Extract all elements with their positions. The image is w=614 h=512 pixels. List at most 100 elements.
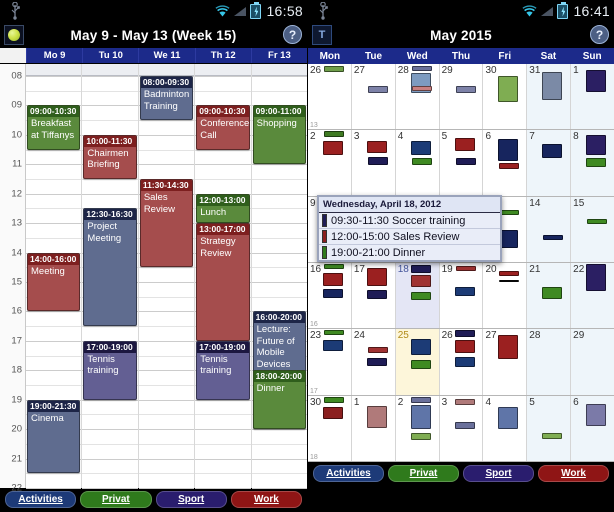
month-day-cell[interactable]: 4 bbox=[396, 130, 440, 196]
month-event-bar[interactable] bbox=[542, 286, 563, 299]
month-event-bar[interactable] bbox=[498, 406, 519, 429]
month-event-bar[interactable] bbox=[410, 274, 431, 287]
month-day-cell[interactable]: 24 bbox=[352, 329, 396, 395]
month-day-cell[interactable]: 1 bbox=[571, 64, 614, 130]
month-event-bar[interactable] bbox=[410, 141, 431, 156]
month-event-bar[interactable] bbox=[455, 265, 476, 271]
calendar-event[interactable]: 19:00-21:30 Cinema bbox=[27, 399, 81, 474]
day-columns[interactable]: 09:00-10:30 Breakfast at Tiffanys 14:00-16… bbox=[26, 64, 307, 489]
calendar-event[interactable]: 14:00-16:00 Meeting bbox=[27, 252, 81, 312]
day-column[interactable]: 09:00-10:30 Conference Call 12:00-13:00 Lun… bbox=[195, 64, 252, 489]
month-event-bar[interactable] bbox=[499, 279, 520, 282]
category-activities[interactable]: Activities bbox=[313, 464, 384, 482]
month-event-bar[interactable] bbox=[367, 86, 388, 93]
month-day-cell[interactable]: 4 bbox=[483, 395, 528, 461]
month-day-cell[interactable]: 3 bbox=[440, 395, 484, 461]
week-day-header[interactable]: Tu 10 bbox=[82, 48, 138, 63]
month-day-cell[interactable]: 29 bbox=[571, 329, 614, 395]
month-event-bar[interactable] bbox=[410, 291, 431, 300]
month-day-cell[interactable]: 30 18 bbox=[308, 395, 352, 461]
month-day-cell[interactable]: 26 bbox=[440, 329, 484, 395]
month-event-bar[interactable] bbox=[324, 263, 344, 269]
month-day-cell[interactable]: 26 13 bbox=[308, 64, 352, 130]
month-day-cell[interactable]: 20 bbox=[483, 262, 528, 329]
month-event-bar[interactable] bbox=[454, 398, 475, 405]
month-event-bar[interactable] bbox=[542, 432, 563, 439]
month-event-bar[interactable] bbox=[323, 288, 343, 298]
month-event-bar[interactable] bbox=[454, 421, 475, 429]
month-day-cell[interactable]: 3 bbox=[352, 130, 396, 196]
calendar-event[interactable]: 10:00-11:30 Chairmen Briefing bbox=[83, 134, 137, 179]
month-event-bar[interactable] bbox=[366, 141, 387, 154]
week-day-header[interactable]: Th 12 bbox=[194, 48, 251, 63]
popup-event-row[interactable]: 09:30-11:30 Soccer training bbox=[319, 213, 500, 229]
month-day-cell[interactable]: 28 bbox=[396, 64, 440, 130]
month-event-bar[interactable] bbox=[454, 340, 475, 354]
allday-row[interactable] bbox=[251, 64, 307, 76]
calendar-event[interactable]: 08:00-09:30 Badminton Training bbox=[139, 76, 194, 121]
allday-row[interactable] bbox=[195, 64, 251, 76]
day-events-popup[interactable]: Wednesday, April 18, 2012 09:30-11:30 So… bbox=[317, 195, 502, 262]
calendar-event[interactable]: 09:00-10:30 Breakfast at Tiffanys bbox=[27, 105, 81, 150]
month-event-bar[interactable] bbox=[367, 157, 388, 166]
month-day-cell[interactable]: 7 bbox=[527, 130, 572, 196]
month-event-bar[interactable] bbox=[454, 357, 475, 368]
allday-row[interactable] bbox=[82, 64, 138, 76]
calendar-event[interactable]: 18:00-20:00 Dinner bbox=[252, 370, 307, 430]
calendar-event[interactable]: 09:00-10:30 Conference Call bbox=[196, 105, 250, 150]
month-day-cell[interactable]: 23 17 bbox=[308, 329, 352, 395]
text-mode-icon[interactable]: T bbox=[312, 25, 332, 45]
month-event-bar[interactable] bbox=[499, 163, 520, 170]
month-day-cell[interactable]: 19 bbox=[440, 262, 484, 329]
month-event-bar[interactable] bbox=[323, 406, 343, 419]
month-event-bar[interactable] bbox=[498, 335, 519, 360]
month-event-bar[interactable] bbox=[586, 263, 607, 291]
month-event-bar[interactable] bbox=[586, 70, 607, 92]
month-event-bar[interactable] bbox=[542, 144, 563, 159]
month-event-bar[interactable] bbox=[586, 135, 607, 156]
allday-row[interactable] bbox=[138, 64, 195, 76]
month-day-cell[interactable]: 27 bbox=[483, 329, 528, 395]
month-event-bar[interactable] bbox=[410, 404, 431, 429]
month-event-bar[interactable] bbox=[324, 66, 344, 72]
week-day-header[interactable]: Fr 13 bbox=[250, 48, 307, 63]
month-event-bar[interactable] bbox=[454, 138, 475, 152]
week-time-grid[interactable]: 08 09 10 11 12 13 14 15 16 17 18 19 20 21 22 09:00-10:… bbox=[0, 64, 307, 494]
month-event-bar[interactable] bbox=[410, 396, 431, 403]
calendar-event[interactable]: 13:00-17:00 Strategy Review bbox=[196, 223, 250, 341]
day-column[interactable]: 09:00-10:30 Breakfast at Tiffanys 14:00-16… bbox=[26, 64, 83, 489]
month-day-cell[interactable]: 6 bbox=[571, 395, 614, 461]
month-event-bar[interactable] bbox=[323, 340, 343, 352]
month-event-bar[interactable] bbox=[367, 347, 388, 354]
month-event-bar[interactable] bbox=[455, 158, 476, 166]
month-grid[interactable]: 2613272829303112345678910111213141516161… bbox=[308, 64, 614, 462]
week-day-header[interactable]: We 11 bbox=[138, 48, 194, 63]
popup-event-list[interactable]: 09:30-11:30 Soccer training 12:00-15:00 S… bbox=[319, 213, 500, 260]
calendar-event[interactable]: 17:00-19:00 Tennis training bbox=[83, 340, 137, 400]
month-day-cell[interactable]: 17 bbox=[352, 262, 396, 329]
month-event-bar[interactable] bbox=[586, 403, 607, 426]
month-event-bar[interactable] bbox=[410, 360, 431, 370]
month-event-bar[interactable] bbox=[411, 158, 432, 166]
help-icon[interactable]: ? bbox=[283, 25, 302, 44]
month-day-cell[interactable]: 29 bbox=[440, 64, 484, 130]
month-event-bar[interactable] bbox=[323, 272, 343, 286]
month-day-cell[interactable]: 2 bbox=[396, 395, 440, 461]
category-privat[interactable]: Privat bbox=[80, 490, 152, 508]
calendar-event[interactable]: 11:30-14:30 Sales Review bbox=[139, 179, 194, 268]
month-event-bar[interactable] bbox=[498, 76, 519, 102]
month-day-cell[interactable]: 30 bbox=[483, 64, 528, 130]
month-event-bar[interactable] bbox=[542, 72, 563, 100]
month-day-cell[interactable]: 27 bbox=[352, 64, 396, 130]
month-day-cell[interactable]: 8 bbox=[571, 130, 614, 196]
day-column[interactable]: 10:00-11:30 Chairmen Briefing 12:30-16:30 P… bbox=[82, 64, 139, 489]
month-day-cell[interactable]: 14 bbox=[527, 196, 572, 262]
month-day-cell[interactable]: 25 bbox=[395, 329, 440, 395]
week-day-header[interactable]: Mo 9 bbox=[26, 48, 82, 63]
month-day-cell[interactable]: 2 bbox=[308, 130, 352, 196]
category-bar-left[interactable]: Activities Privat Sport Work bbox=[0, 488, 307, 510]
month-event-bar[interactable] bbox=[366, 289, 387, 299]
month-event-bar[interactable] bbox=[498, 139, 519, 162]
allday-row[interactable] bbox=[26, 64, 82, 76]
month-day-cell[interactable]: 21 bbox=[527, 262, 572, 329]
